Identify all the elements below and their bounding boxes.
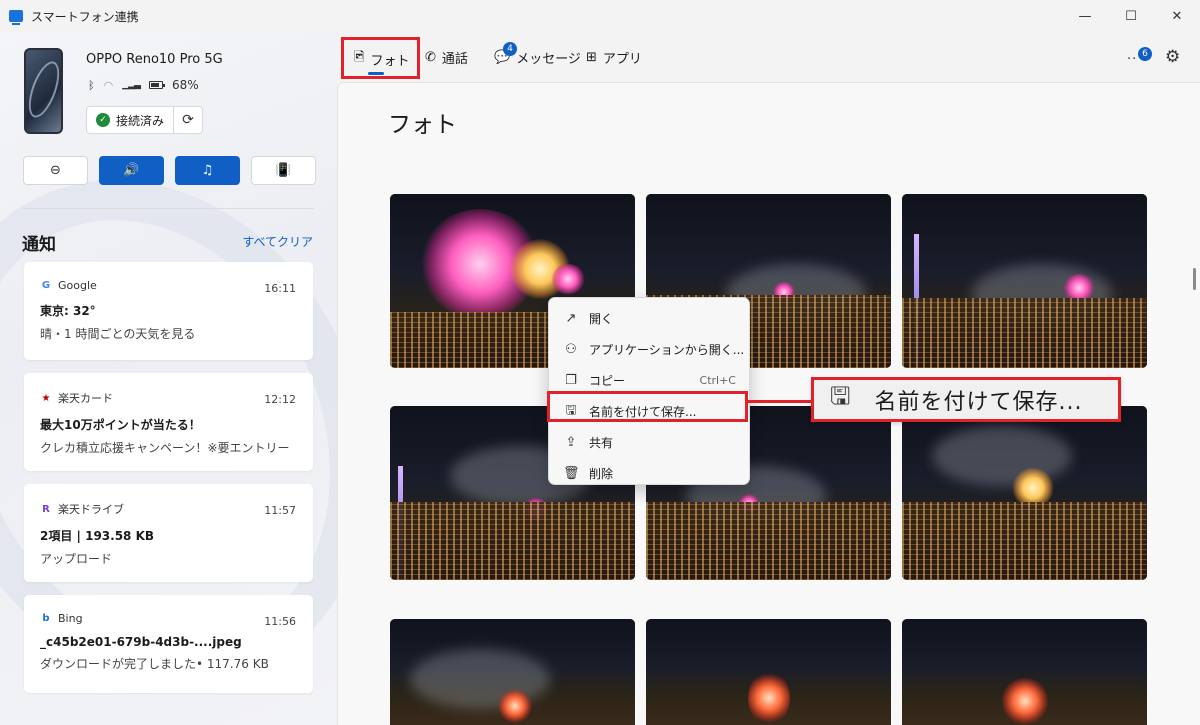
- rakuten-card-icon: ★: [41, 392, 51, 404]
- notification-title: _c45b2e01-679b-4d3b-....jpeg: [40, 635, 242, 649]
- signal-icon: ▁▂▃: [122, 80, 141, 90]
- divider: [23, 208, 314, 209]
- notification-card[interactable]: b Bing 11:56 _c45b2e01-679b-4d3b-....jpe…: [24, 595, 313, 693]
- menu-item-label: 削除: [589, 467, 614, 481]
- share-icon: ⇪: [565, 435, 577, 450]
- callout-label: 名前を付けて保存...: [874, 389, 1083, 415]
- photo-thumbnail[interactable]: [902, 194, 1147, 368]
- bing-icon: b: [42, 613, 50, 624]
- tab-messages-label: メッセージ: [516, 52, 581, 67]
- rakuten-drive-icon: R: [42, 503, 50, 515]
- notification-app: 楽天カード: [58, 392, 113, 405]
- clear-all-link[interactable]: すべてクリア: [242, 233, 313, 250]
- window-controls: — ☐ ✕: [1062, 0, 1200, 32]
- close-button[interactable]: ✕: [1154, 0, 1200, 32]
- menu-item-label: アプリケーションから開く...: [589, 343, 745, 357]
- delete-icon: 🗑: [563, 466, 580, 481]
- tab-calls[interactable]: ✆ 通話: [425, 48, 468, 67]
- notification-card[interactable]: G Google 16:11 東京: 32° 晴・1 時間ごとの天気を見る: [24, 262, 313, 360]
- phone-image: [24, 48, 63, 134]
- notification-body: アップロード: [40, 552, 113, 566]
- google-icon: G: [41, 280, 51, 291]
- title-bar: スマートフォン連携 — ☐ ✕: [0, 0, 1200, 32]
- notification-time: 11:57: [264, 504, 296, 517]
- window-title: スマートフォン連携: [31, 9, 139, 24]
- scrollbar-thumb[interactable]: [1193, 268, 1196, 290]
- notification-title: 最大10万ポイントが当たる！: [40, 418, 201, 432]
- menu-item-label: コピー: [589, 374, 626, 388]
- device-status: ᛒ ◠ ▁▂▃ 68%: [88, 78, 199, 92]
- phone-icon: ✆: [425, 50, 436, 65]
- notification-card[interactable]: R 楽天ドライブ 11:57 2項目 | 193.58 KB アップロード: [24, 484, 313, 582]
- notification-app: Google: [58, 279, 97, 292]
- page-title: フォト: [388, 112, 457, 138]
- menu-item-open[interactable]: ↗ 開く: [549, 303, 749, 334]
- connected-button[interactable]: ✓ 接続済み: [87, 107, 175, 133]
- notification-body: 晴・1 時間ごとの天気を見る: [40, 327, 196, 341]
- notification-header: R 楽天ドライブ: [40, 501, 297, 517]
- do-not-disturb-button[interactable]: ⊖: [23, 156, 88, 185]
- app-logo-icon: [9, 10, 23, 25]
- battery-icon: [148, 81, 165, 89]
- bluetooth-icon: ᛒ: [88, 78, 95, 92]
- tab-calls-label: 通話: [441, 52, 468, 67]
- quick-actions: ⊖ 🔊 ♫ 📳: [23, 156, 316, 185]
- notification-header: G Google: [40, 279, 297, 292]
- wifi-icon: ◠: [103, 78, 114, 92]
- callout-connector: [748, 400, 812, 403]
- notification-time: 11:56: [264, 615, 296, 628]
- notification-app: Bing: [58, 612, 83, 625]
- save-as-callout: 🖫 名前を付けて保存...: [811, 377, 1121, 422]
- open-with-icon: ⚇: [565, 342, 577, 357]
- notification-title: 東京: 32°: [40, 304, 96, 318]
- battery-level: 68%: [171, 78, 199, 92]
- notification-header: ★ 楽天カード: [40, 390, 297, 406]
- check-icon: ✓: [96, 113, 110, 127]
- tab-apps-label: アプリ: [602, 52, 642, 67]
- menu-item-share[interactable]: ⇪ 共有: [549, 427, 749, 458]
- notification-header: b Bing: [40, 612, 297, 625]
- maximize-button[interactable]: ☐: [1108, 0, 1154, 32]
- connected-label: 接続済み: [116, 113, 165, 128]
- tab-bar: 🖻 フォト ✆ 通話 💬 メッセージ 4 ⊞ アプリ ·· 6 ⚙: [337, 32, 1200, 82]
- messages-badge: 4: [503, 42, 517, 56]
- tab-apps[interactable]: ⊞ アプリ: [586, 48, 642, 67]
- menu-item-delete[interactable]: 🗑 削除: [549, 458, 749, 489]
- notification-title: 2項目 | 193.58 KB: [40, 529, 155, 543]
- more-badge: 6: [1138, 47, 1152, 61]
- volume-button[interactable]: 🔊: [99, 156, 164, 185]
- device-name: OPPO Reno10 Pro 5G: [86, 52, 223, 67]
- media-button[interactable]: ♫: [175, 156, 240, 185]
- notification-body: クレカ積立応援キャンペーン！※要エントリー: [40, 441, 290, 455]
- notification-time: 16:11: [264, 282, 296, 295]
- notifications-heading: 通知: [22, 235, 56, 255]
- menu-item-open-with[interactable]: ⚇ アプリケーションから開く...: [549, 334, 749, 365]
- save-as-highlight: [547, 391, 748, 422]
- photo-thumbnail[interactable]: [902, 619, 1147, 725]
- photos-tab-highlight: [341, 37, 420, 79]
- photo-thumbnail[interactable]: [390, 619, 635, 725]
- photo-thumbnail[interactable]: [646, 619, 891, 725]
- menu-item-label: 共有: [589, 436, 614, 450]
- apps-icon: ⊞: [586, 50, 597, 65]
- minimize-button[interactable]: —: [1062, 0, 1108, 32]
- notification-card[interactable]: ★ 楽天カード 12:12 最大10万ポイントが当たる！ クレカ積立応援キャンペ…: [24, 373, 313, 471]
- save-icon: 🖫: [830, 382, 851, 410]
- copy-icon: ❐: [565, 373, 577, 388]
- notification-body: ダウンロードが完了しました• 117.76 KB: [40, 657, 269, 671]
- menu-shortcut: Ctrl+C: [699, 374, 736, 387]
- device-panel: OPPO Reno10 Pro 5G ᛒ ◠ ▁▂▃ 68% ✓ 接続済み ⟳ …: [0, 32, 337, 725]
- gear-icon[interactable]: ⚙: [1165, 47, 1180, 67]
- connection-group: ✓ 接続済み ⟳: [86, 106, 204, 134]
- menu-item-label: 開く: [589, 312, 614, 326]
- more-icon[interactable]: ··: [1127, 52, 1137, 67]
- photo-thumbnail[interactable]: [902, 406, 1147, 580]
- notification-app: 楽天ドライブ: [58, 503, 124, 516]
- ring-phone-button[interactable]: 📳: [251, 156, 316, 185]
- refresh-icon[interactable]: ⟳: [174, 107, 202, 133]
- open-icon: ↗: [565, 311, 577, 326]
- notification-list: G Google 16:11 東京: 32° 晴・1 時間ごとの天気を見る ★ …: [24, 262, 313, 706]
- notification-time: 12:12: [264, 393, 296, 406]
